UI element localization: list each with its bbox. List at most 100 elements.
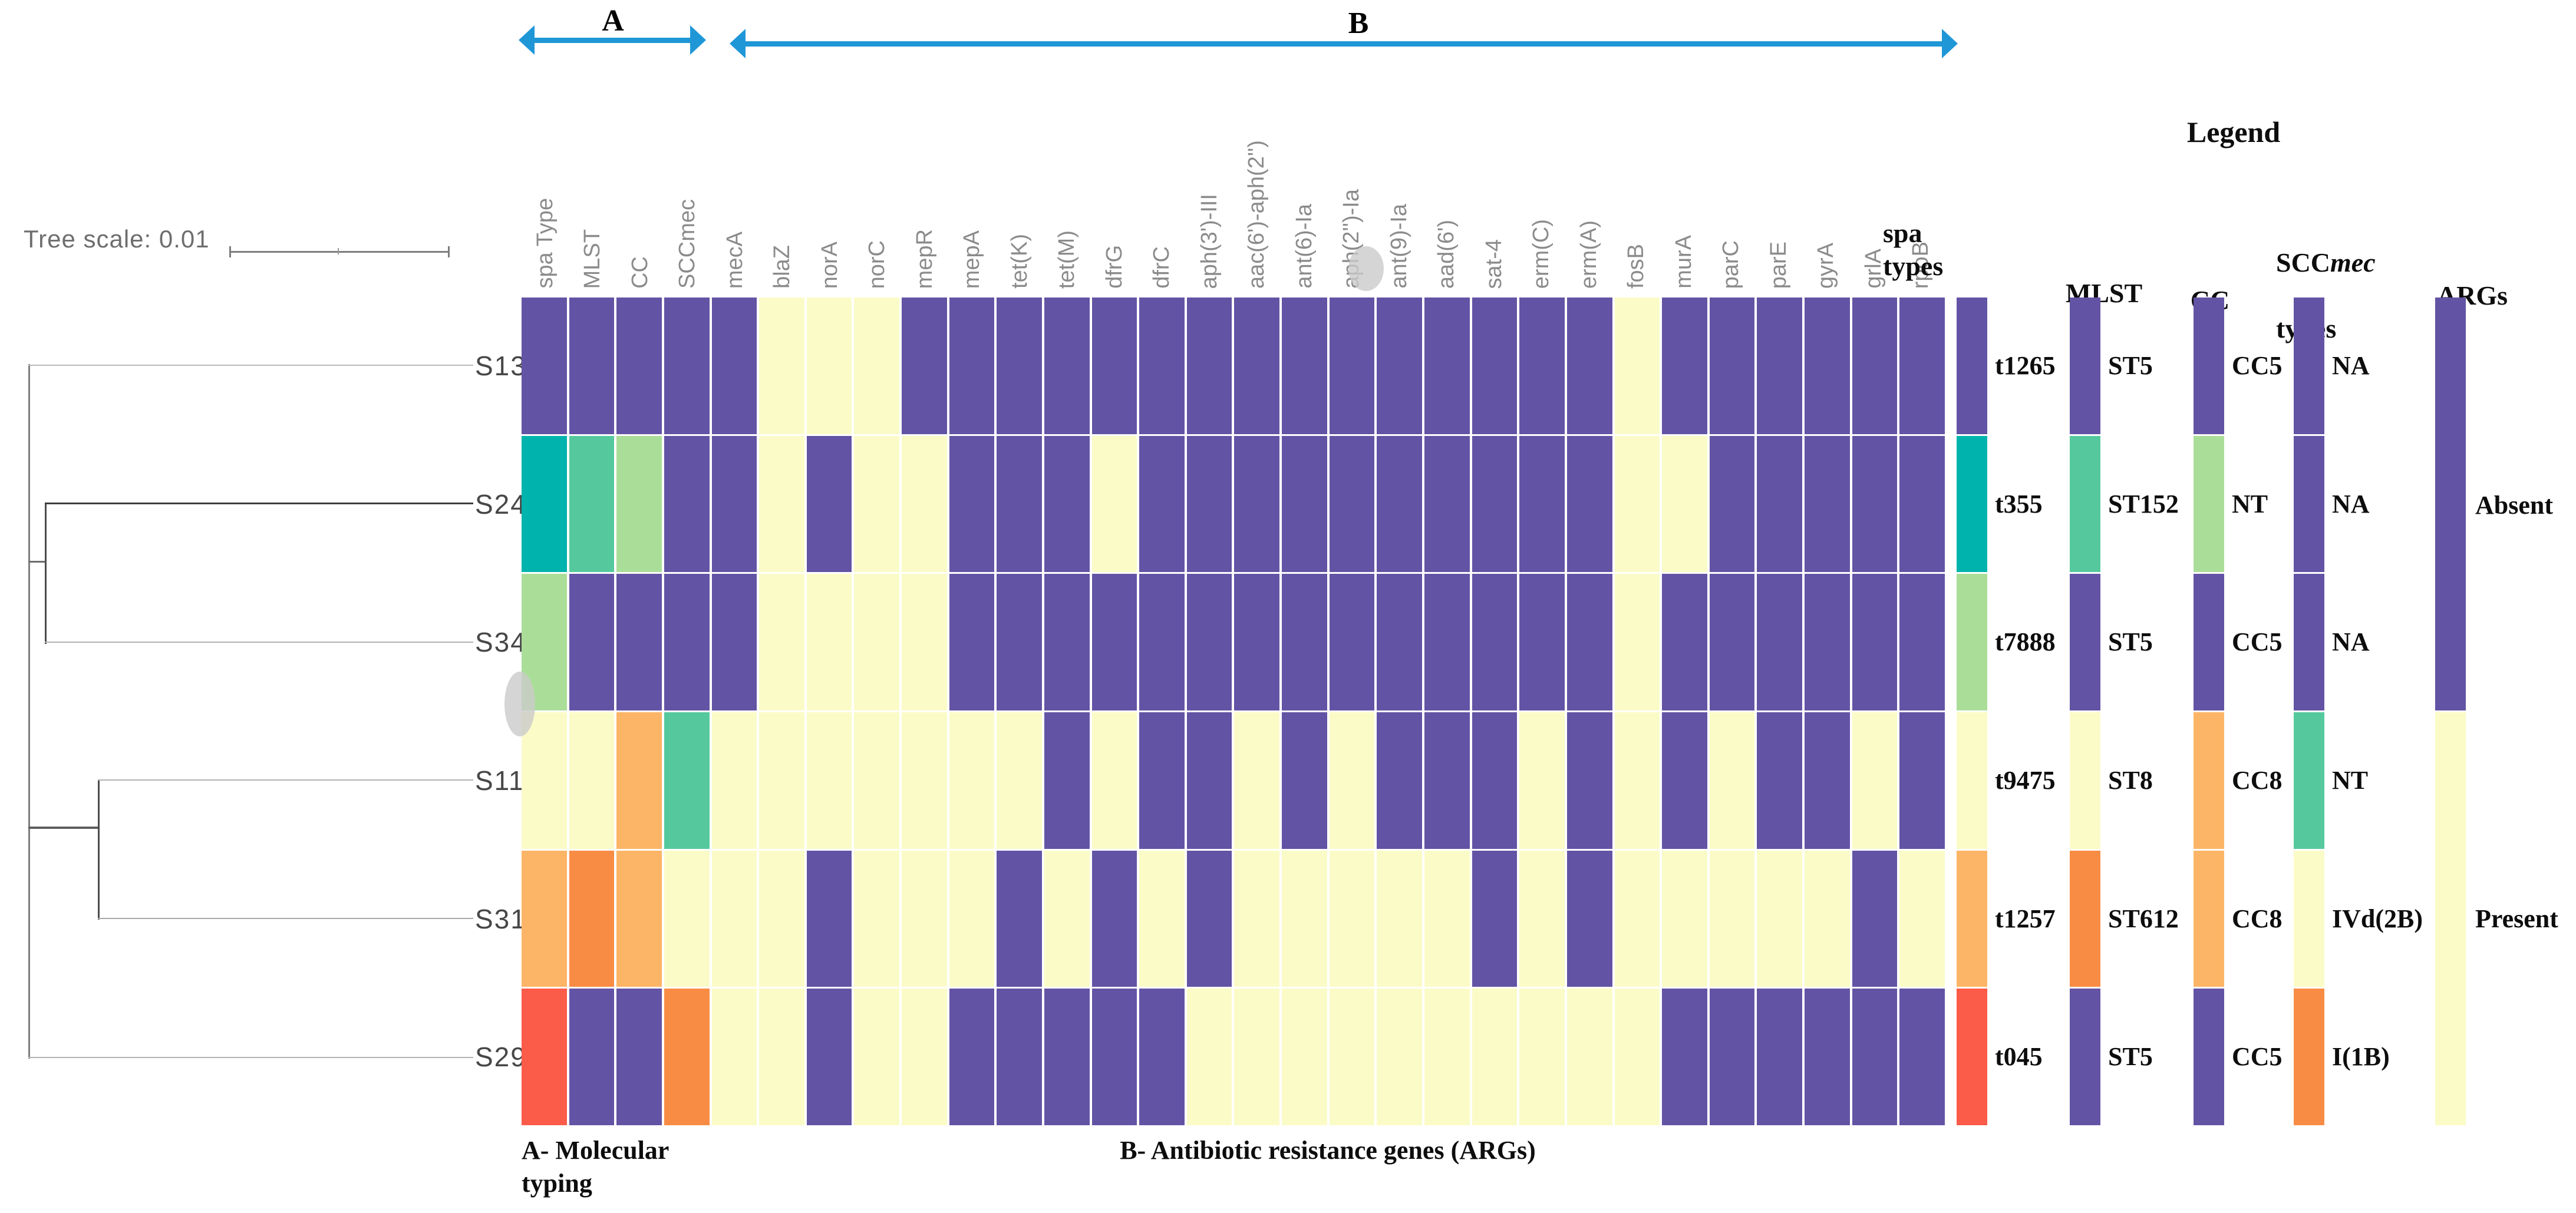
column-header-text: erm(A) [1576, 220, 1601, 289]
heatmap-cell-S13-parC [1709, 298, 1755, 434]
legend-bar-sccmec-types-segment-S11 [2294, 712, 2324, 849]
heatmap-cell-S34-sat-4 [1472, 574, 1518, 710]
heatmap-cell-S34-MLST [569, 574, 615, 710]
legend-value-cc-CC5: CC5 [2232, 1042, 2283, 1071]
legend-value-spa-types-t7888: t7888 [1995, 627, 2056, 656]
heatmap-cell-S31-mepR [902, 850, 947, 987]
heatmap-cell-S31-dfrG [1091, 850, 1137, 987]
legend-value-sccmec-types-NT: NT [2332, 766, 2369, 795]
heatmap-cell-S34-aph(3')-III [1186, 574, 1232, 710]
heatmap-cell-S11-SCCmec [664, 712, 710, 849]
heatmap-cell-S29-murA [1662, 989, 1707, 1125]
heatmap-cell-S11-MLST [569, 712, 615, 849]
legend-bar-cc-segment-S34 [2194, 574, 2224, 710]
heatmap-cell-S13-mecA [711, 298, 757, 434]
legend-value-sccmec-types-NA: NA [2332, 627, 2370, 656]
column-header-murA: murA [1660, 64, 1708, 289]
sccmec-header-italic: mec [2330, 247, 2376, 277]
heatmap-cell-S34-tet(K) [997, 574, 1042, 710]
heatmap-cell-S29-dfrC [1139, 989, 1185, 1125]
column-header-text: dfrG [1101, 245, 1127, 289]
heatmap-cell-S11-aac(6')-aph(2'') [1234, 712, 1280, 849]
heatmap-cell-S24-dfrG [1091, 435, 1137, 573]
heatmap-cell-S11-mepA [949, 712, 995, 849]
heatmap-cell-S13-aph(2'')-Ia [1329, 298, 1375, 434]
legend-bar-mlst-segment-S29 [2070, 989, 2100, 1125]
heatmap-cell-S13-mepA [949, 298, 995, 434]
sccmec-header-pre: SCC [2276, 247, 2331, 277]
heatmap-cell-S13-ant(9)-Ia [1377, 298, 1423, 434]
heatmap-cell-S11-blaZ [759, 712, 804, 849]
tree-branch-S24 [45, 503, 473, 504]
column-header-text: fosB [1624, 243, 1649, 289]
column-header-aph(3')-III: aph(3')-III [1186, 64, 1233, 289]
column-header-mecA: mecA [711, 64, 759, 289]
heatmap-cell-S29-tet(M) [1044, 989, 1090, 1125]
heatmap-cell-S29-mecA [711, 989, 757, 1125]
heatmap-cell-S11-norA [806, 712, 852, 849]
heatmap-cell-S11-murA [1662, 712, 1707, 849]
heatmap-cell-S29-aph(3')-III [1186, 989, 1232, 1125]
heatmap-cell-S31-rpoB [1899, 850, 1945, 987]
heatmap-cell-S34-CC [616, 574, 662, 710]
tree-scale-tick-right [448, 246, 450, 257]
heatmap-cell-S31-spa Type [522, 850, 567, 987]
column-header-text: aad(6') [1434, 219, 1459, 289]
heatmap-cell-S11-erm(A) [1566, 712, 1612, 849]
heatmap-cell-S31-CC [616, 850, 662, 987]
column-header-dfrC: dfrC [1139, 64, 1186, 289]
arrow-b-shaft [743, 41, 1945, 47]
heatmap-cell-S29-aac(6')-aph(2'') [1234, 989, 1280, 1125]
heatmap-cell-S31-grlA [1852, 850, 1898, 987]
heatmap-cell-S31-SCCmec [664, 850, 710, 987]
heatmap-cell-S29-erm(C) [1519, 989, 1565, 1125]
legend-value-spa-types-t355: t355 [1995, 490, 2043, 518]
heatmap-cell-S34-murA [1662, 574, 1707, 710]
column-header-text: aac(6')-aph(2'') [1244, 140, 1269, 289]
heatmap-cell-S34-mepA [949, 574, 995, 710]
legend-value-mlst-ST152: ST152 [2108, 490, 2179, 518]
column-header-ant(9)-Ia: ant(9)-Ia [1376, 64, 1423, 289]
column-header-tet(K): tet(K) [996, 64, 1044, 289]
legend-bar-spa-types [1957, 298, 1987, 1125]
legend-value-mlst-ST5: ST5 [2108, 351, 2153, 380]
tree-scale-bar [229, 251, 450, 253]
column-header-mepA: mepA [949, 64, 997, 289]
column-header-text: dfrC [1149, 246, 1175, 289]
column-header-text: norA [817, 241, 842, 289]
heatmap-cell-S24-ant(9)-Ia [1377, 435, 1423, 573]
legend-bar-cc-segment-S29 [2194, 989, 2224, 1125]
heatmap-cell-S24-grlA [1852, 435, 1898, 573]
heatmap-cell-S24-erm(C) [1519, 435, 1565, 573]
heatmap-cell-S24-norA [806, 435, 852, 573]
column-header-tet(M): tet(M) [1044, 64, 1091, 289]
heatmap-cell-S13-blaZ [759, 298, 804, 434]
heatmap-cell-S34-gyrA [1805, 574, 1850, 710]
args-bar-absent-segment [2435, 298, 2466, 710]
legend-bar-sccmec-types-segment-S13 [2294, 298, 2324, 434]
heatmap-cell-S29-fosB [1614, 989, 1660, 1125]
heatmap-cell-S31-blaZ [759, 850, 804, 987]
column-header-norC: norC [854, 64, 902, 289]
heatmap-cell-S31-ant(9)-Ia [1377, 850, 1423, 987]
legend-absent-label: Absent [2475, 491, 2554, 520]
column-header-text: mepR [912, 229, 937, 289]
tree-node-cladeB [28, 827, 100, 829]
heatmap-cell-S13-mepR [902, 298, 947, 434]
heatmap-cell-S34-norC [854, 574, 900, 710]
column-header-SCCmec: SCCmec [664, 64, 712, 289]
gray-dot-artifact-top [1348, 246, 1384, 291]
heatmap-cell-S31-aph(3')-III [1186, 850, 1232, 987]
section-a-label: A [602, 4, 624, 38]
heatmap-cell-S11-dfrG [1091, 712, 1137, 849]
heatmap-cell-S11-aad(6') [1424, 712, 1470, 849]
heatmap-cell-S31-sat-4 [1472, 850, 1518, 987]
heatmap-cell-S31-tet(K) [997, 850, 1042, 987]
heatmap-cell-S24-ant(6)-Ia [1282, 435, 1327, 573]
figure-canvas: A B Tree scale: 0.01 S13 S24 S34 S11 S31 S29 … [0, 0, 2576, 1213]
heatmap-cell-S24-aph(2'')-Ia [1329, 435, 1375, 573]
column-header-text: gyrA [1813, 242, 1839, 289]
legend-bar-sccmec-types-segment-S29 [2294, 989, 2324, 1125]
legend-args-bar [2435, 298, 2466, 1125]
column-header-text: ant(9)-Ia [1386, 204, 1411, 289]
